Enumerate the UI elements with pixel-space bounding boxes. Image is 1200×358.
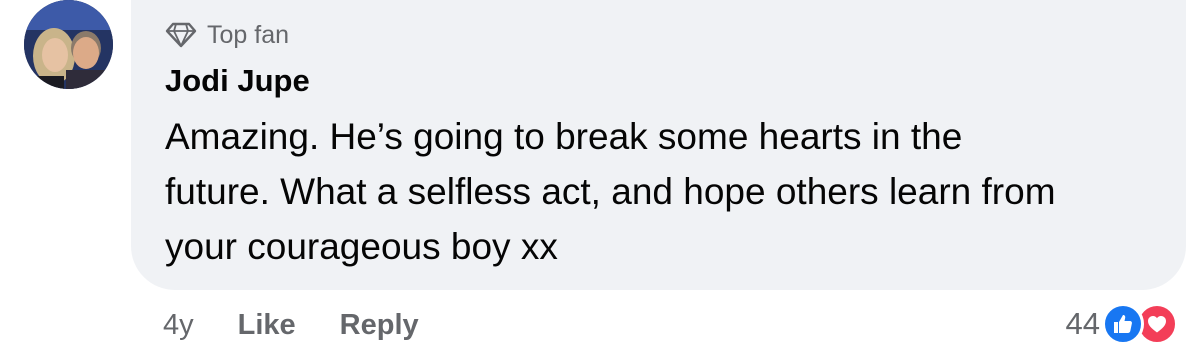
comment-text: Amazing. He’s going to break some hearts… (165, 109, 1165, 274)
like-reaction-icon (1102, 303, 1144, 345)
reactions-summary[interactable]: 44 (1066, 300, 1178, 348)
top-fan-badge[interactable]: Top fan (165, 18, 289, 52)
diamond-icon (165, 22, 197, 48)
author-name[interactable]: Jodi Jupe (165, 63, 310, 99)
timestamp[interactable]: 4y (163, 309, 194, 342)
reaction-count: 44 (1065, 306, 1100, 341)
comment-text-line: Amazing. He’s going to break some hearts… (165, 116, 963, 157)
badge-label: Top fan (207, 20, 290, 49)
comment-actions: 4y Like Reply (163, 304, 419, 346)
like-button[interactable]: Like (238, 309, 296, 342)
comment-text-line: future. What a selfless act, and hope ot… (165, 171, 1056, 212)
avatar[interactable] (24, 0, 113, 89)
comment-text-line: your courageous boy xx (165, 226, 558, 267)
reply-button[interactable]: Reply (340, 309, 419, 342)
avatar-photo (24, 0, 113, 89)
